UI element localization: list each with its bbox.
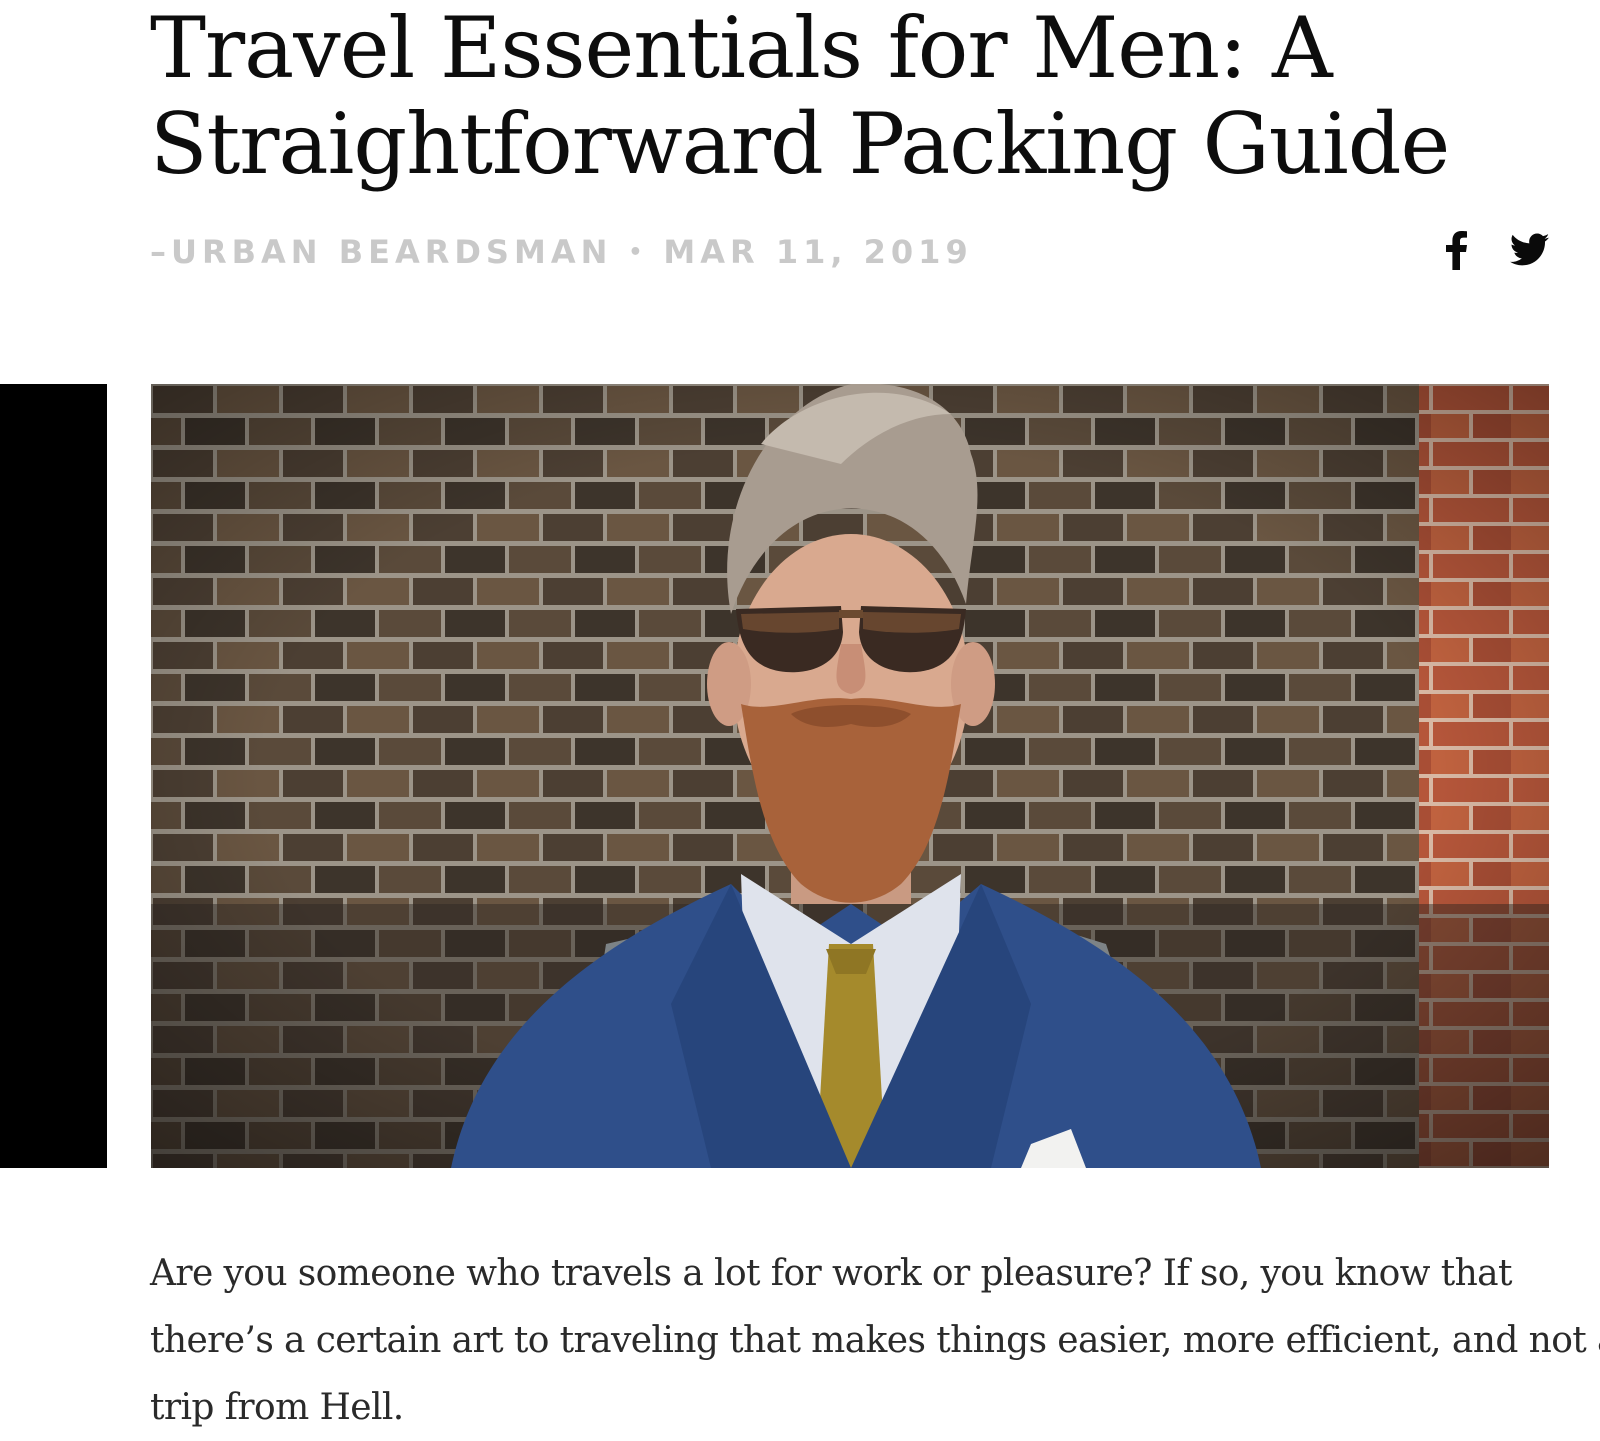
body-line: there’s a certain art to traveling that … — [150, 1320, 1600, 1361]
hero-image — [151, 384, 1549, 1168]
article-byline: –URBAN BEARDSMAN • MAR 11, 2019 — [150, 232, 973, 272]
body-line: Are you someone who travels a lot for wo… — [150, 1253, 1512, 1294]
facebook-share-button[interactable] — [1434, 228, 1478, 272]
article-body: Are you someone who travels a lot for wo… — [150, 1240, 1600, 1441]
article-title-line: Straightforward Packing Guide — [150, 95, 1450, 193]
author-link[interactable]: –URBAN BEARDSMAN — [150, 233, 612, 271]
publish-date: MAR 11, 2019 — [663, 233, 973, 271]
body-line: trip from Hell. — [150, 1387, 404, 1428]
article-title: Travel Essentials for Men: A Straightfor… — [150, 0, 1550, 192]
bearded-man-photo — [151, 384, 1549, 1168]
share-buttons — [1434, 228, 1552, 272]
sidebar-strip — [0, 384, 107, 1168]
twitter-icon — [1510, 233, 1550, 266]
byline-separator: • — [628, 239, 648, 265]
twitter-share-button[interactable] — [1508, 228, 1552, 272]
facebook-icon — [1446, 231, 1467, 270]
article-title-line: Travel Essentials for Men: A — [150, 0, 1333, 97]
